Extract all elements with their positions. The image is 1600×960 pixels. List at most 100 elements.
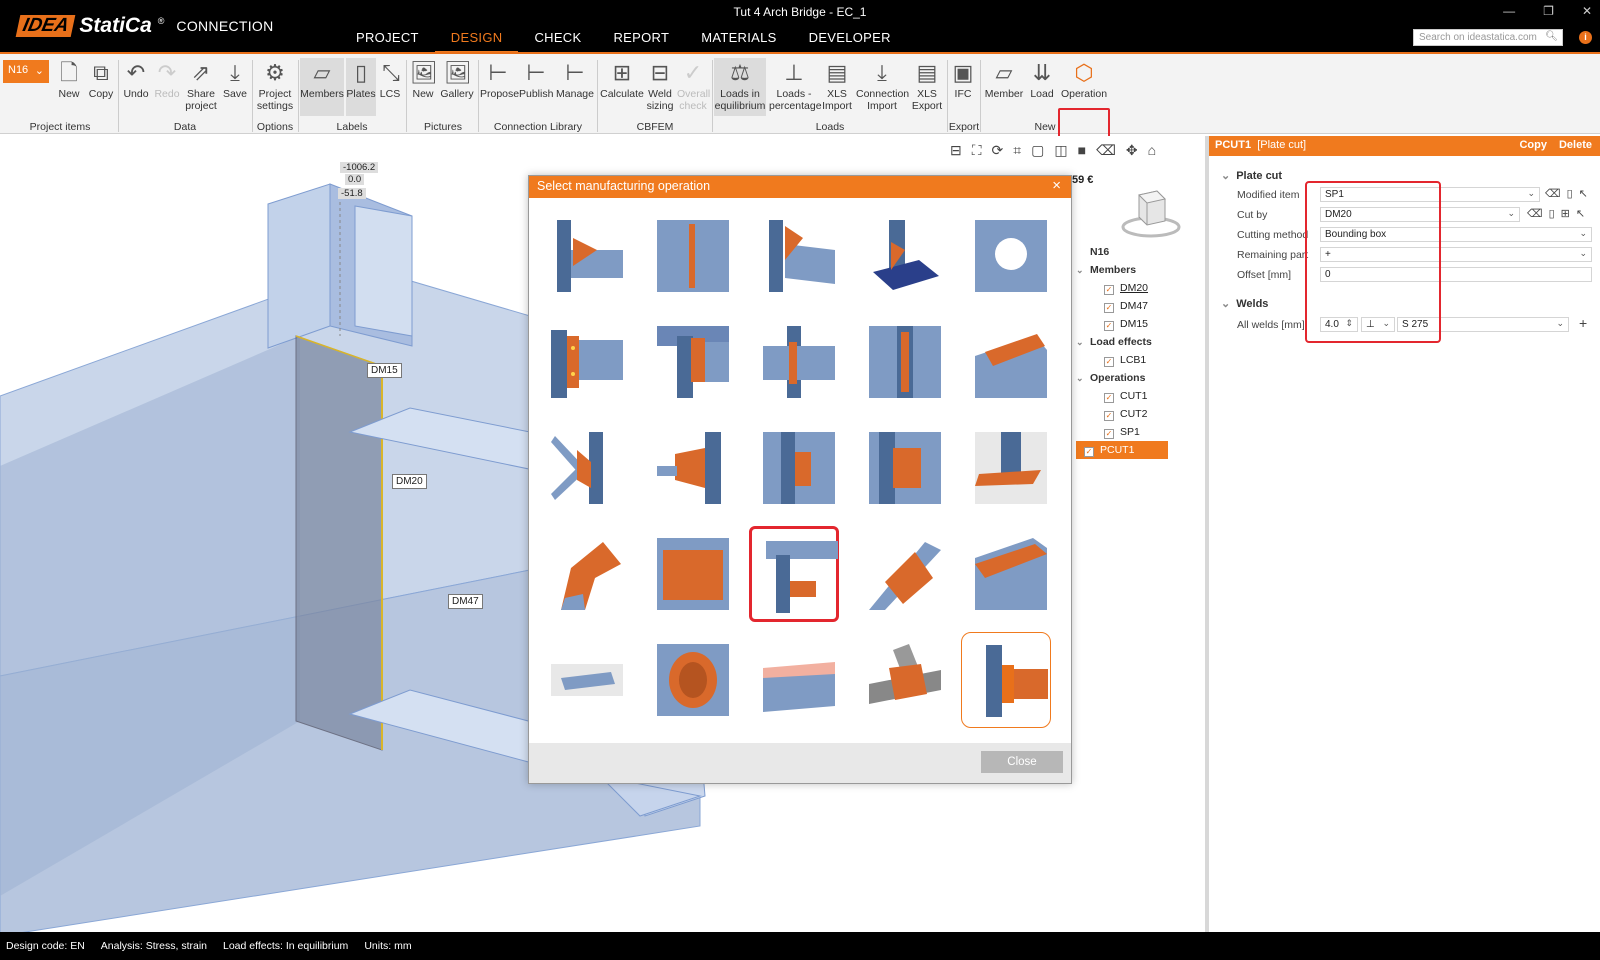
crop-icon[interactable]: ⌗ <box>1013 142 1021 159</box>
new-load-button[interactable]: ⇊ Load <box>1028 58 1056 116</box>
operation-cover-plate[interactable] <box>961 526 1051 622</box>
close-window-button[interactable]: ✕ <box>1582 4 1592 18</box>
menu-project[interactable]: PROJECT <box>340 28 435 54</box>
eraser-icon[interactable]: ⌫ <box>1096 142 1116 159</box>
eraser-icon[interactable]: ⌫ <box>1527 207 1543 220</box>
member-label-dm47[interactable]: DM47 <box>448 594 483 609</box>
view-wireframe-icon[interactable]: ▢ <box>1031 142 1044 159</box>
tree-section-members[interactable]: ⌄ Members <box>1076 261 1168 279</box>
menu-materials[interactable]: MATERIALS <box>685 28 792 54</box>
operation-shear-tab[interactable] <box>749 420 839 516</box>
tree-item-sp1[interactable]: ✓ SP1 <box>1076 423 1168 441</box>
overall-check-button[interactable]: ✓ Overall check <box>677 58 710 116</box>
menu-check[interactable]: CHECK <box>518 28 597 54</box>
share-project-button[interactable]: ⇗ Share project <box>184 58 218 116</box>
phone-icon[interactable]: ▯ <box>1549 207 1555 220</box>
checkbox[interactable]: ✓ <box>1104 411 1114 421</box>
minimize-button[interactable]: — <box>1503 4 1515 18</box>
delete-operation-button[interactable]: Delete <box>1559 139 1592 151</box>
operation-bracing-gusset[interactable] <box>537 420 627 516</box>
copy-operation-button[interactable]: Copy <box>1519 139 1547 151</box>
operation-pin-connection[interactable] <box>643 420 733 516</box>
operation-opening[interactable] <box>961 208 1051 304</box>
zoom-fit-icon[interactable]: ⛶ <box>972 142 982 159</box>
operation-splice[interactable] <box>855 314 945 410</box>
section-welds[interactable]: ⌄ Welds <box>1221 297 1268 310</box>
tree-item-cut1[interactable]: ✓ CUT1 <box>1076 387 1168 405</box>
eraser-icon[interactable]: ⌫ <box>1545 187 1561 200</box>
close-button[interactable]: Close <box>981 751 1063 773</box>
manage-button[interactable]: ⊢ Manage <box>556 58 594 116</box>
rotate-icon[interactable]: ⟳ <box>992 142 1004 159</box>
member-label-dm15[interactable]: DM15 <box>367 363 402 378</box>
operation-plate-rib[interactable] <box>643 208 733 304</box>
operation-truss-gusset[interactable] <box>855 632 945 728</box>
plates-label-toggle[interactable]: ▯ Plates <box>346 58 376 116</box>
operation-base-plate[interactable] <box>855 208 945 304</box>
view-solid-icon[interactable]: ■ <box>1078 142 1086 159</box>
view-cube-icon[interactable] <box>1121 187 1181 239</box>
undo-button[interactable]: ↶ Undo <box>121 58 151 116</box>
tree-root[interactable]: N16 <box>1076 243 1168 261</box>
checkbox[interactable]: ✓ <box>1084 447 1094 457</box>
xls-import-button[interactable]: ▤ XLS Import <box>821 58 853 116</box>
checkbox[interactable]: ✓ <box>1104 429 1114 439</box>
info-icon[interactable]: i <box>1579 31 1592 44</box>
tree-section-load-effects[interactable]: ⌄ Load effects <box>1076 333 1168 351</box>
tree-item-lcb1[interactable]: ✓ LCB1 <box>1076 351 1168 369</box>
operation-cleat[interactable] <box>643 314 733 410</box>
measure-icon[interactable]: ⊟ <box>950 142 962 159</box>
tree-item-dm20[interactable]: ✓ DM20 <box>1076 279 1168 297</box>
pointer-icon[interactable]: ↖ <box>1576 207 1585 220</box>
pointer-icon[interactable]: ↖ <box>1579 187 1588 200</box>
operation-concrete-block[interactable] <box>537 632 627 728</box>
checkbox[interactable]: ✓ <box>1104 357 1114 367</box>
operation-bolt-grid[interactable] <box>855 420 945 516</box>
operation-cut-opening[interactable] <box>643 632 733 728</box>
operation-stiffener[interactable] <box>537 208 627 304</box>
member-label-dm20[interactable]: DM20 <box>392 474 427 489</box>
new-picture-button[interactable]: 🖼 New <box>409 58 438 116</box>
weld-sizing-button[interactable]: ⊟ Weld sizing <box>646 58 674 116</box>
propose-button[interactable]: ⊢ Propose <box>480 58 519 116</box>
tree-section-operations[interactable]: ⌄ Operations <box>1076 369 1168 387</box>
mesh-icon[interactable]: ⊞ <box>1561 207 1570 220</box>
operation-plate-cut[interactable] <box>749 526 839 622</box>
project-settings-button[interactable]: ⚙ Project settings <box>255 58 295 116</box>
tree-item-pcut1[interactable]: ✓ PCUT1 <box>1076 441 1168 459</box>
menu-developer[interactable]: DEVELOPER <box>793 28 907 54</box>
section-plate-cut[interactable]: ⌄ Plate cut <box>1221 169 1282 182</box>
new-member-button[interactable]: ▱ Member <box>984 58 1024 116</box>
tree-item-cut2[interactable]: ✓ CUT2 <box>1076 405 1168 423</box>
maximize-button[interactable]: ❐ <box>1543 4 1554 18</box>
operation-fin-plate[interactable] <box>537 314 627 410</box>
members-label-toggle[interactable]: ▱ Members <box>300 58 344 116</box>
operation-bolted-plate[interactable] <box>961 314 1051 410</box>
operation-bolted-end-plate[interactable] <box>961 632 1051 728</box>
new-project-button[interactable]: 🗋 New <box>55 58 83 116</box>
save-button[interactable]: ⤓ Save <box>221 58 249 116</box>
phone-icon[interactable]: ▯ <box>1567 187 1573 200</box>
menu-design[interactable]: DESIGN <box>434 28 519 54</box>
operation-cut-member[interactable] <box>749 632 839 728</box>
operation-plate-to-plate[interactable] <box>643 526 733 622</box>
ifc-export-button[interactable]: ▣ IFC <box>950 58 976 116</box>
checkbox[interactable]: ✓ <box>1104 285 1114 295</box>
close-icon[interactable]: × <box>1052 177 1061 194</box>
checkbox[interactable]: ✓ <box>1104 393 1114 403</box>
publish-button[interactable]: ⊢ Publish <box>519 58 553 116</box>
operation-pipe-bend[interactable] <box>537 526 627 622</box>
loads-in-equilibrium-button[interactable]: ⚖ Loads in equilibrium <box>714 58 766 116</box>
operation-web-stiffening[interactable] <box>749 314 839 410</box>
lcs-label-toggle[interactable]: ⤡ LCS <box>378 58 402 116</box>
loads-percentage-button[interactable]: ⊥ Loads - percentage <box>769 58 822 116</box>
add-weld-icon[interactable]: + <box>1579 315 1587 331</box>
operation-end-plate[interactable] <box>749 208 839 304</box>
home-icon[interactable]: ⌂ <box>1148 142 1156 159</box>
calculate-button[interactable]: ⊞ Calculate <box>600 58 644 116</box>
operation-anchor-plate[interactable] <box>961 420 1051 516</box>
tree-item-dm15[interactable]: ✓ DM15 <box>1076 315 1168 333</box>
view-transparent-icon[interactable]: ◫ <box>1054 142 1067 159</box>
operation-gusset-plate[interactable] <box>855 526 945 622</box>
connection-import-button[interactable]: ⤓ Connection Import <box>856 58 909 116</box>
